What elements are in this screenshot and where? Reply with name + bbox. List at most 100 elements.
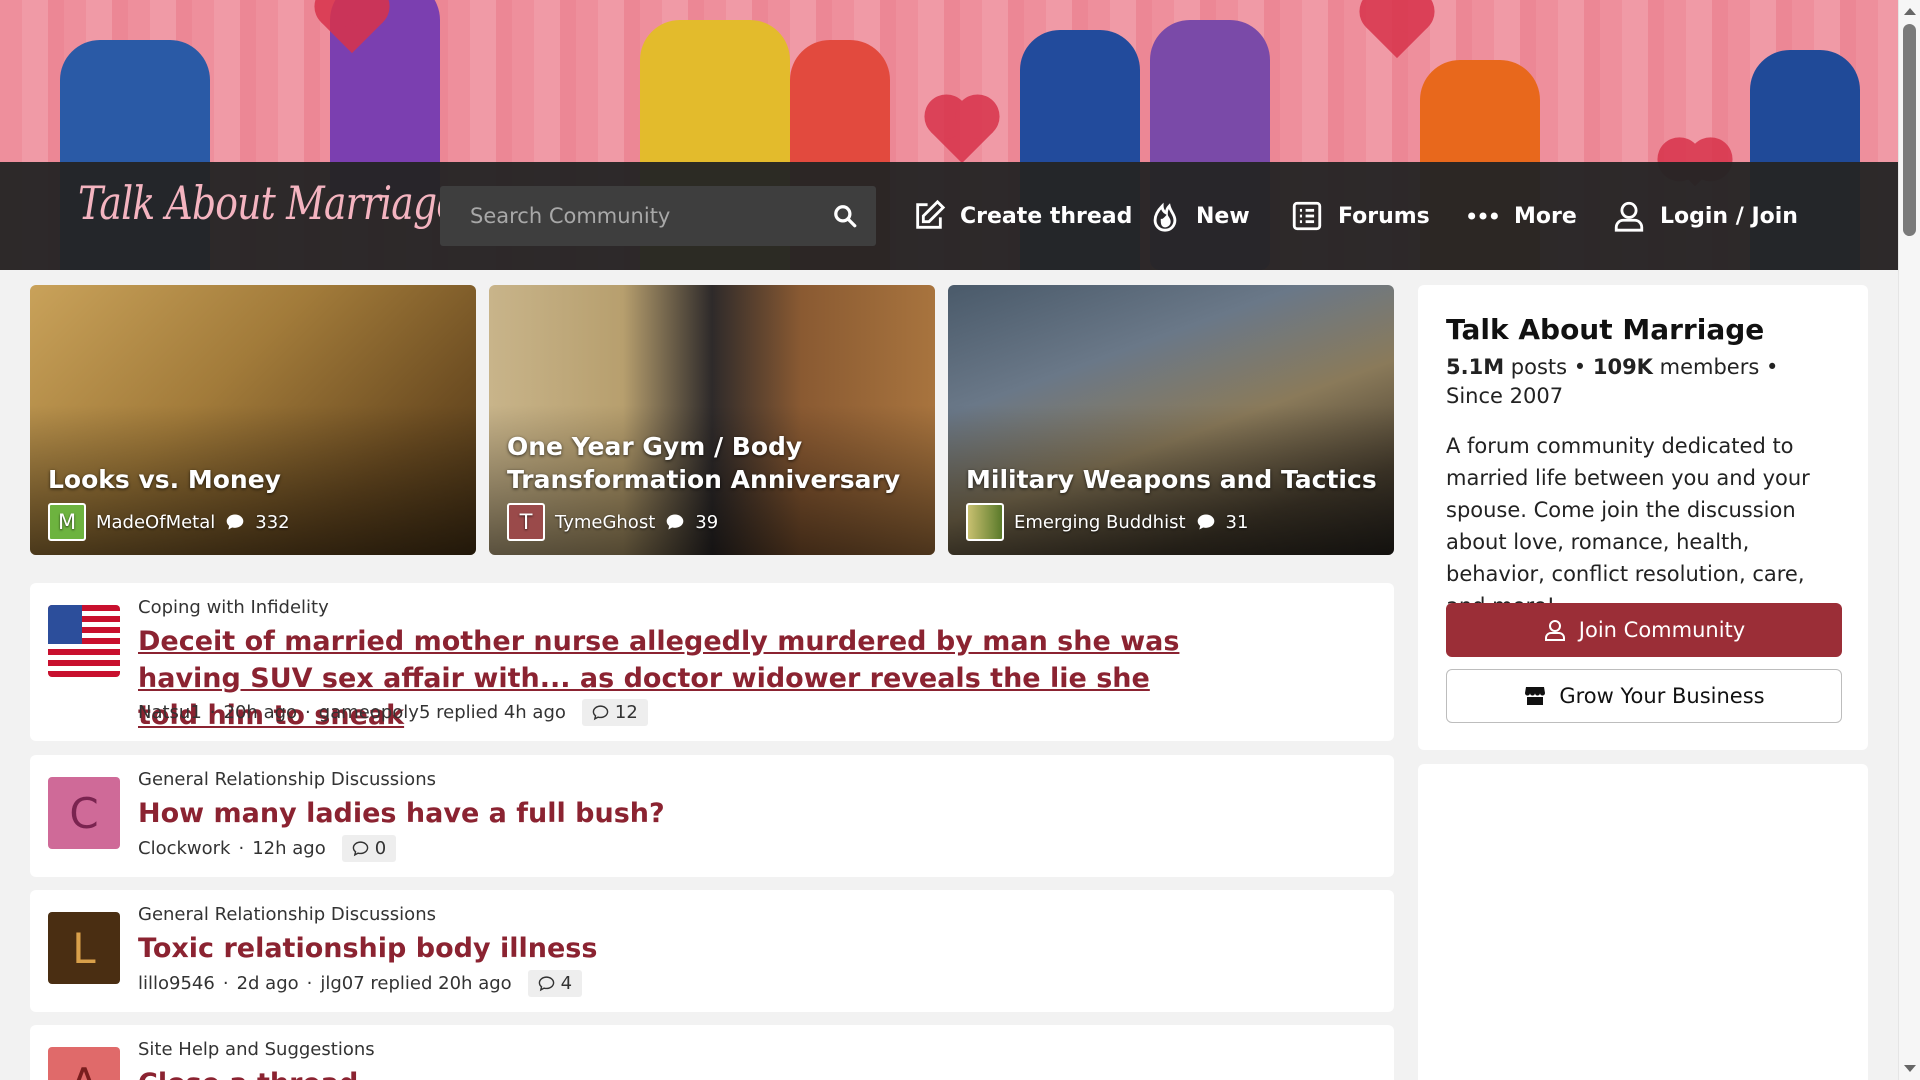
reply-count: 332 — [255, 511, 290, 533]
comment-icon — [666, 514, 684, 530]
reply-count: 4 — [560, 973, 573, 994]
members-label: members — [1659, 355, 1760, 379]
comment-icon — [538, 976, 554, 992]
community-info-panel: Talk About Marriage 5.1M posts • 109K me… — [1418, 285, 1868, 750]
thread-category[interactable]: Site Help and Suggestions — [138, 1039, 375, 1060]
thread-author[interactable]: Natsu1 — [138, 702, 202, 723]
reply-count: 0 — [374, 838, 387, 859]
grow-business-label: Grow Your Business — [1559, 684, 1765, 708]
heart-decoration — [1365, 0, 1429, 59]
forums-label: Forums — [1338, 203, 1430, 229]
thread-last-reply[interactable]: gameopoly5 replied 4h ago — [319, 702, 566, 723]
community-name: Talk About Marriage — [1446, 313, 1765, 346]
join-community-button[interactable]: Join Community — [1446, 603, 1842, 657]
reply-count: 39 — [695, 511, 719, 533]
page-scrollbar[interactable] — [1898, 0, 1920, 1080]
user-icon — [1614, 201, 1644, 232]
user-icon — [1544, 620, 1565, 641]
login-join-button[interactable]: Login / Join — [1612, 194, 1798, 238]
create-thread-button[interactable]: Create thread — [912, 194, 1132, 238]
meta-separator: · — [238, 838, 245, 859]
thread-meta: lillo9546 · 2d ago · jlg07 replied 20h a… — [138, 970, 583, 997]
community-stats: 5.1M posts • 109K members • Since 2007 — [1446, 355, 1779, 408]
new-button[interactable]: New — [1148, 194, 1250, 238]
featured-meta: T TymeGhost 39 — [507, 503, 718, 541]
thread-meta: Clockwork · 12h ago 0 — [138, 835, 397, 862]
thread-row[interactable]: Coping with Infidelity Deceit of married… — [30, 583, 1394, 741]
featured-card[interactable]: One Year Gym / Body Transformation Anniv… — [489, 285, 935, 555]
reply-count: 31 — [1225, 511, 1249, 533]
reply-count: 12 — [614, 702, 638, 723]
community-description: A forum community dedicated to married l… — [1446, 434, 1810, 618]
more-label: More — [1514, 203, 1577, 229]
thread-row[interactable]: L General Relationship Discussions Toxic… — [30, 890, 1394, 1012]
author-avatar[interactable]: T — [507, 503, 545, 541]
comment-icon — [226, 514, 244, 530]
site-logo[interactable]: Talk About Marriage — [78, 176, 459, 230]
meta-separator: · — [305, 702, 311, 723]
since-date: Since 2007 — [1446, 384, 1564, 408]
reply-count-badge: 12 — [581, 699, 648, 726]
thread-title[interactable]: How many ladies have a full bush? — [138, 795, 665, 832]
thread-category[interactable]: General Relationship Discussions — [138, 769, 436, 790]
thread-category[interactable]: General Relationship Discussions — [138, 904, 436, 925]
member-count: 109K — [1592, 355, 1653, 379]
thread-meta: Natsu1 · 20h ago · gameopoly5 replied 4h… — [138, 699, 648, 726]
thread-author[interactable]: Clockwork — [138, 838, 230, 859]
scrollbar-thumb[interactable] — [1903, 24, 1916, 236]
featured-card[interactable]: Military Weapons and Tactics Emerging Bu… — [948, 285, 1394, 555]
posts-label: posts — [1510, 355, 1568, 379]
thread-age: 2d ago — [236, 973, 299, 994]
featured-card[interactable]: Looks vs. Money M MadeOfMetal 332 — [30, 285, 476, 555]
thread-author[interactable]: lillo9546 — [138, 973, 215, 994]
grow-business-button[interactable]: Grow Your Business — [1446, 669, 1842, 723]
list-icon — [1292, 201, 1322, 231]
reply-count-badge: 4 — [527, 970, 583, 997]
pencil-square-icon — [916, 199, 946, 229]
flame-icon — [1153, 202, 1177, 232]
login-join-label: Login / Join — [1660, 203, 1798, 229]
thread-row[interactable]: C General Relationship Discussions How m… — [30, 755, 1394, 877]
comment-icon — [592, 705, 609, 721]
reply-count-badge: 0 — [341, 835, 397, 862]
featured-title[interactable]: Military Weapons and Tactics — [966, 463, 1377, 496]
thread-last-reply[interactable]: jlg07 replied 20h ago — [320, 973, 511, 994]
scroll-up-icon[interactable] — [1904, 8, 1916, 15]
sidebar-ad-panel — [1418, 764, 1868, 1080]
thread-title[interactable]: Close a thread — [138, 1065, 358, 1080]
forums-button[interactable]: Forums — [1290, 194, 1430, 238]
ellipsis-icon — [1468, 212, 1498, 220]
thread-row[interactable]: A Site Help and Suggestions Close a thre… — [30, 1025, 1394, 1080]
featured-title[interactable]: Looks vs. Money — [48, 463, 281, 496]
more-button[interactable]: More — [1466, 194, 1577, 238]
join-community-label: Join Community — [1578, 618, 1746, 642]
avatar[interactable]: L — [48, 912, 120, 984]
author-avatar[interactable]: M — [48, 503, 86, 541]
scroll-down-icon[interactable] — [1904, 1065, 1916, 1072]
author-name[interactable]: Emerging Buddhist — [1014, 512, 1186, 533]
top-navbar: Talk About Marriage Search Community Cre… — [0, 162, 1898, 270]
thread-category[interactable]: Coping with Infidelity — [138, 597, 329, 618]
featured-meta: Emerging Buddhist 31 — [966, 503, 1248, 541]
search-icon[interactable] — [832, 203, 858, 229]
avatar[interactable]: A — [48, 1047, 120, 1080]
thread-age: 20h ago — [223, 702, 298, 723]
store-icon — [1525, 687, 1546, 705]
heart-decoration — [930, 100, 994, 164]
featured-meta: M MadeOfMetal 332 — [48, 503, 290, 541]
featured-title[interactable]: One Year Gym / Body Transformation Anniv… — [507, 430, 907, 496]
meta-separator: · — [209, 702, 216, 723]
author-name[interactable]: TymeGhost — [555, 512, 655, 533]
meta-separator: · — [306, 973, 313, 994]
flag-icon[interactable] — [48, 605, 120, 677]
comment-icon — [352, 841, 369, 857]
thread-title[interactable]: Toxic relationship body illness — [138, 930, 597, 967]
comment-icon — [1197, 514, 1214, 530]
search-input[interactable]: Search Community — [440, 186, 876, 246]
author-name[interactable]: MadeOfMetal — [96, 512, 215, 533]
create-thread-label: Create thread — [960, 203, 1133, 229]
new-label: New — [1196, 203, 1250, 229]
avatar[interactable]: C — [48, 777, 120, 849]
author-avatar[interactable] — [966, 503, 1004, 541]
search-placeholder: Search Community — [470, 204, 671, 228]
